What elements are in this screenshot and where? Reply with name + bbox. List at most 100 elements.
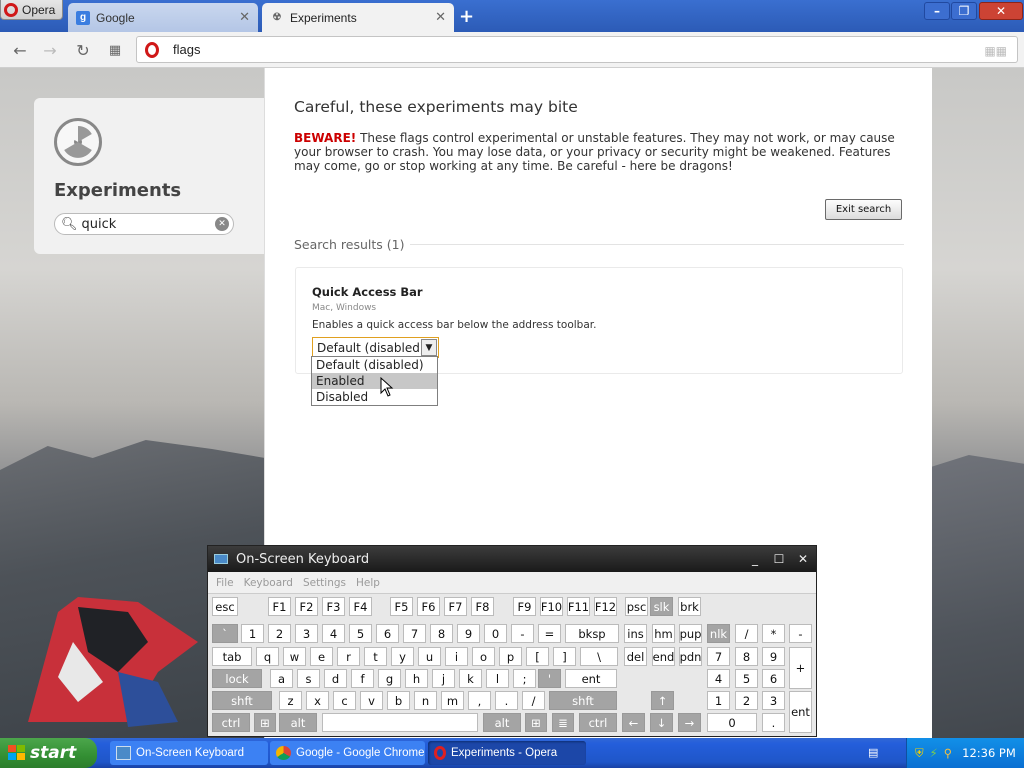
key-num-0[interactable]: ` xyxy=(212,624,238,643)
key-caps-11[interactable]: ' xyxy=(538,669,561,688)
keyboard-tray-icon[interactable]: ▤ xyxy=(868,746,878,759)
maximize-icon[interactable]: ☐ xyxy=(770,551,788,567)
key-tab-14[interactable]: del xyxy=(624,647,647,666)
windows-key-icon[interactable]: ⊞ xyxy=(254,713,276,732)
key-shift-7[interactable]: m xyxy=(441,691,464,710)
key-caps-14[interactable]: 5 xyxy=(735,669,758,688)
key-tab-4[interactable]: r xyxy=(337,647,360,666)
key-tab-9[interactable]: o xyxy=(472,647,495,666)
key-num-1[interactable]: 1 xyxy=(241,624,264,643)
key-num-11[interactable]: - xyxy=(511,624,534,643)
key-shift-1[interactable]: z xyxy=(279,691,302,710)
flag-state-select[interactable]: Default (disabled) ▼ xyxy=(312,337,439,358)
key-fn-6[interactable]: F6 xyxy=(417,597,440,616)
tab-experiments[interactable]: ☢ Experiments ✕ xyxy=(262,3,454,32)
key-ctrl-1[interactable]: alt xyxy=(279,713,317,732)
key-shift-8[interactable]: , xyxy=(468,691,491,710)
key-ctrl-4[interactable]: 0 xyxy=(707,713,757,732)
key-caps-3[interactable]: d xyxy=(324,669,347,688)
osk-menu-keyboard[interactable]: Keyboard xyxy=(244,577,293,589)
key-tab-1[interactable]: q xyxy=(256,647,279,666)
dropdown-option-disabled[interactable]: Disabled xyxy=(312,389,437,405)
key-tab-11[interactable]: [ xyxy=(526,647,549,666)
speed-dial-icon[interactable]: ▦ xyxy=(104,40,126,60)
start-button[interactable]: start xyxy=(0,738,97,768)
key-shift-12[interactable]: 1 xyxy=(707,691,730,710)
key-fn-13[interactable]: psc xyxy=(625,597,648,616)
key-shift-4[interactable]: v xyxy=(360,691,383,710)
key-shift-13[interactable]: 2 xyxy=(735,691,758,710)
key-num-16[interactable]: pup xyxy=(679,624,702,643)
task-experiments-opera[interactable]: Experiments - Opera xyxy=(428,741,586,765)
key-fn-15[interactable]: brk xyxy=(678,597,701,616)
key-tab-20[interactable]: + xyxy=(789,647,812,689)
key-tab-19[interactable]: 9 xyxy=(762,647,785,666)
osk-menu-help[interactable]: Help xyxy=(356,577,380,589)
reload-icon[interactable]: ↻ xyxy=(72,40,94,60)
key-ctrl-3[interactable]: ctrl xyxy=(579,713,617,732)
search-input[interactable]: 🔍︎ quick ✕ xyxy=(54,213,234,235)
key-num-12[interactable]: = xyxy=(538,624,561,643)
clear-search-icon[interactable]: ✕ xyxy=(215,217,229,231)
key-shift-6[interactable]: n xyxy=(414,691,437,710)
key-fn-12[interactable]: F12 xyxy=(594,597,617,616)
key-caps-2[interactable]: s xyxy=(297,669,320,688)
close-tab-icon[interactable]: ✕ xyxy=(435,9,446,25)
key-caps-13[interactable]: 4 xyxy=(707,669,730,688)
windows-key-icon[interactable]: ⊞ xyxy=(525,713,547,732)
dropdown-option-default[interactable]: Default (disabled) xyxy=(312,357,437,373)
address-bar[interactable]: flags ▦▦ xyxy=(136,36,1018,63)
key-tab-6[interactable]: y xyxy=(391,647,414,666)
key-tab-13[interactable]: \ xyxy=(580,647,618,666)
forward-icon[interactable]: → xyxy=(39,40,61,60)
key-num-6[interactable]: 6 xyxy=(376,624,399,643)
key-num-9[interactable]: 9 xyxy=(457,624,480,643)
key-caps-15[interactable]: 6 xyxy=(762,669,785,688)
key-num-3[interactable]: 3 xyxy=(295,624,318,643)
key-caps-4[interactable]: f xyxy=(351,669,374,688)
key-caps-7[interactable]: j xyxy=(432,669,455,688)
key-fn-11[interactable]: F11 xyxy=(567,597,590,616)
key-fn-14[interactable]: slk xyxy=(650,597,673,616)
minimize-icon[interactable]: _ xyxy=(746,551,764,567)
key-fn-4[interactable]: F4 xyxy=(349,597,372,616)
key-num-13[interactable]: bksp xyxy=(565,624,619,643)
arrow-up-icon[interactable]: ↑ xyxy=(651,691,674,710)
key-tab-10[interactable]: p xyxy=(499,647,522,666)
tab-google[interactable]: g Google ✕ xyxy=(68,3,258,32)
key-caps-12[interactable]: ent xyxy=(565,669,617,688)
key-num-19[interactable]: * xyxy=(762,624,785,643)
key-num-15[interactable]: hm xyxy=(652,624,675,643)
key-tab-3[interactable]: e xyxy=(310,647,333,666)
key-fn-7[interactable]: F7 xyxy=(444,597,467,616)
key-tab-12[interactable]: ] xyxy=(553,647,576,666)
key-caps-9[interactable]: l xyxy=(486,669,509,688)
key-tab-16[interactable]: pdn xyxy=(679,647,702,666)
spacebar[interactable] xyxy=(322,713,478,732)
maximize-icon[interactable]: ❐ xyxy=(951,2,977,20)
key-num-5[interactable]: 5 xyxy=(349,624,372,643)
key-fn-9[interactable]: F9 xyxy=(513,597,536,616)
key-tab-15[interactable]: end xyxy=(652,647,675,666)
key-tab-7[interactable]: u xyxy=(418,647,441,666)
key-tab-18[interactable]: 8 xyxy=(735,647,758,666)
key-tab-17[interactable]: 7 xyxy=(707,647,730,666)
arrow-down-icon[interactable]: ↓ xyxy=(650,713,673,732)
key-num-20[interactable]: - xyxy=(789,624,812,643)
back-icon[interactable]: ← xyxy=(9,40,31,60)
key-num-14[interactable]: ins xyxy=(624,624,647,643)
key-tab-0[interactable]: tab xyxy=(212,647,252,666)
key-ctrl-5[interactable]: . xyxy=(762,713,785,732)
key-caps-1[interactable]: a xyxy=(270,669,293,688)
key-fn-10[interactable]: F10 xyxy=(540,597,563,616)
key-ctrl-2[interactable]: alt xyxy=(483,713,521,732)
key-caps-10[interactable]: ; xyxy=(513,669,536,688)
new-tab-icon[interactable]: + xyxy=(459,6,474,27)
close-tab-icon[interactable]: ✕ xyxy=(239,9,250,25)
key-tab-2[interactable]: w xyxy=(283,647,306,666)
minimize-icon[interactable]: – xyxy=(924,2,950,20)
key-shift-2[interactable]: x xyxy=(306,691,329,710)
grid-icon[interactable]: ▦▦ xyxy=(984,44,1007,58)
network-icon[interactable]: ⚡ xyxy=(930,746,938,760)
key-caps-6[interactable]: h xyxy=(405,669,428,688)
